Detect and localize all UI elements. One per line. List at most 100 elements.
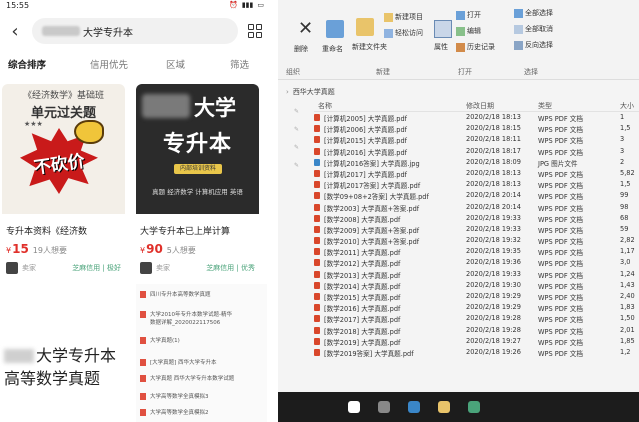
table-row[interactable]: [数学2019] 大学真题.pdf 2020/2/18 19:27 WPS PDF … bbox=[314, 336, 639, 347]
product-card[interactable]: 《经济数学》基础班 单元过关题 ★★★ 不砍价 专升本资料《经济数 ¥ 15 1… bbox=[2, 84, 125, 280]
taskbar bbox=[278, 392, 639, 422]
select-none-button[interactable]: 全部取消 bbox=[514, 24, 553, 34]
new-folder-button[interactable]: 新建文件夹 bbox=[352, 42, 387, 52]
file-type: WPS PDF 文档 bbox=[538, 137, 583, 146]
pin-icon[interactable]: ✎ bbox=[294, 108, 299, 115]
select-all-button[interactable]: 全部选择 bbox=[514, 8, 553, 18]
invert-selection-button[interactable]: 反向选择 bbox=[514, 40, 553, 50]
table-row[interactable]: [数学2010] 大学真题+答案.pdf 2020/2/18 19:32 WPS P… bbox=[314, 235, 639, 246]
file-size: 1,5 bbox=[620, 124, 631, 133]
table-row[interactable]: [数学2017] 大学真题.pdf 2020/2/18 19:28 WPS PDF … bbox=[314, 313, 639, 324]
file-name: [计算机2016答案] 大学真题.jpg bbox=[324, 159, 420, 168]
back-arrow-icon[interactable]: ‹ bbox=[4, 21, 26, 42]
taskview-icon[interactable] bbox=[408, 401, 420, 413]
table-row[interactable]: [数学2008] 大学真题.pdf 2020/2/18 19:33 WPS PDF … bbox=[314, 213, 639, 224]
history-button[interactable]: 历史记录 bbox=[456, 42, 495, 52]
pdf-file-icon bbox=[314, 270, 320, 278]
credit-badge: 芝麻信用 | 优秀 bbox=[206, 264, 255, 272]
table-row[interactable]: [计算机2016答案] 大学真题.jpg 2020/2/18 18:09 JPG 图… bbox=[314, 157, 639, 168]
column-name[interactable]: 名称 bbox=[318, 101, 332, 111]
pdf-file-icon bbox=[314, 225, 320, 233]
table-row[interactable]: [计算机2017答案] 大学真题.pdf 2020/2/18 18:13 WPS P… bbox=[314, 179, 639, 190]
table-row[interactable]: [计算机2005] 大学真题.pdf 2020/2/18 18:13 WPS PDF… bbox=[314, 112, 639, 123]
start-icon[interactable] bbox=[348, 401, 360, 413]
list-item: [大学真题] 西华大学专升本 bbox=[140, 358, 217, 366]
folder-icon[interactable] bbox=[356, 18, 374, 36]
table-row[interactable]: [数学2012] 大学真题.pdf 2020/2/18 19:36 WPS PDF … bbox=[314, 257, 639, 268]
file-size: 3 bbox=[620, 146, 625, 155]
cover-subtitle: 真题 经济数学 计算机应用 英语 bbox=[152, 188, 243, 196]
table-row[interactable]: [数学2011] 大学真题.pdf 2020/2/18 19:35 WPS PDF … bbox=[314, 246, 639, 257]
file-date: 2020/2/18 19:33 bbox=[466, 213, 521, 222]
search-input[interactable]: 大学专升本 bbox=[32, 18, 238, 44]
filter-credit[interactable]: 信用优先 bbox=[90, 57, 128, 71]
grid-view-icon[interactable] bbox=[248, 24, 262, 38]
pin-icon[interactable]: ✎ bbox=[294, 144, 299, 151]
table-row[interactable]: [数学2015] 大学真题.pdf 2020/2/18 19:29 WPS PDF … bbox=[314, 291, 639, 302]
table-row[interactable]: [数学09+08+2答案] 大学真题.pdf 2020/2/18 20:14 WPS… bbox=[314, 190, 639, 201]
table-row[interactable]: [计算机2017] 大学真题.pdf 2020/2/18 18:13 WPS PDF… bbox=[314, 168, 639, 179]
delete-button[interactable]: 删除 bbox=[294, 44, 308, 54]
column-size[interactable]: 大小 bbox=[620, 101, 634, 111]
product-title[interactable]: 专升本资料《经济数 bbox=[6, 224, 125, 237]
table-row[interactable]: [计算机2016] 大学真题.pdf 2020/2/18 18:17 WPS PDF… bbox=[314, 146, 639, 157]
properties-button[interactable]: 属性 bbox=[434, 42, 448, 52]
filter-region[interactable]: 区域 bbox=[166, 57, 185, 71]
breadcrumb-current[interactable]: 西华大学真题 bbox=[293, 87, 335, 97]
breadcrumb[interactable]: › 西华大学真题 bbox=[278, 86, 639, 98]
file-name: [计算机2017答案] 大学真题.pdf bbox=[324, 182, 421, 191]
group-select-label: 选择 bbox=[524, 68, 538, 76]
pin-icon[interactable]: ✎ bbox=[294, 126, 299, 133]
table-row[interactable]: [数学2018] 大学真题.pdf 2020/2/18 19:28 WPS PDF … bbox=[314, 325, 639, 336]
product-title-text: 专升本资料《经济数 bbox=[6, 227, 88, 237]
search-icon[interactable] bbox=[378, 401, 390, 413]
file-size: 2 bbox=[620, 157, 625, 166]
column-date[interactable]: 修改日期 bbox=[466, 101, 494, 111]
pdf-file-icon bbox=[314, 181, 320, 189]
price-value: 90 bbox=[146, 242, 163, 256]
product-card-file-list[interactable]: 四川专升本高等数学真题 大学2010年专升本数学试题-精华 数据详解_20200… bbox=[136, 284, 267, 422]
file-type: WPS PDF 文档 bbox=[538, 193, 583, 202]
product-card-cover-text[interactable]: 大学专升本 高等数学真题 bbox=[4, 344, 116, 390]
file-date: 2020/2/18 19:30 bbox=[466, 280, 521, 289]
rename-button[interactable]: 重命名 bbox=[322, 44, 343, 54]
rename-icon[interactable] bbox=[326, 20, 344, 38]
folder-icon[interactable] bbox=[438, 401, 450, 413]
filter-comprehensive[interactable]: 综合排序 bbox=[8, 57, 46, 71]
seller-row[interactable]: 卖家 芝麻信用 | 优秀 bbox=[140, 262, 259, 274]
browser-icon[interactable] bbox=[468, 401, 480, 413]
table-row[interactable]: [数学2003] 大学真题+答案.pdf 2020/2/18 20:14 WPS P… bbox=[314, 202, 639, 213]
properties-icon[interactable] bbox=[434, 20, 452, 38]
file-name: [计算机2015] 大学真题.pdf bbox=[324, 137, 407, 146]
file-type: WPS PDF 文档 bbox=[538, 260, 583, 269]
pdf-file-icon bbox=[314, 214, 320, 222]
pdf-file-icon bbox=[314, 304, 320, 312]
product-card[interactable]: 大学 专升本 内部培训资料 真题 经济数学 计算机应用 英语 大学专升本已上岸计… bbox=[136, 84, 259, 280]
filter-screen[interactable]: 筛选 bbox=[230, 57, 249, 71]
table-row[interactable]: [数学2009] 大学真题+答案.pdf 2020/2/18 19:33 WPS P… bbox=[314, 224, 639, 235]
table-row[interactable]: [计算机2006] 大学真题.pdf 2020/2/18 18:15 WPS PDF… bbox=[314, 123, 639, 134]
new-item-button[interactable]: 新建项目 bbox=[384, 12, 423, 22]
file-size: 2,01 bbox=[620, 325, 635, 334]
product-title[interactable]: 大学专升本已上岸计算 bbox=[140, 224, 259, 237]
currency-symbol: ¥ bbox=[140, 246, 146, 255]
pin-icon[interactable]: ✎ bbox=[294, 162, 299, 169]
file-date: 2020/2/18 19:33 bbox=[466, 269, 521, 278]
column-type[interactable]: 类型 bbox=[538, 101, 552, 111]
file-date: 2020/2/18 18:17 bbox=[466, 146, 521, 155]
table-row[interactable]: [数学2013] 大学真题.pdf 2020/2/18 19:33 WPS PDF … bbox=[314, 269, 639, 280]
table-row[interactable]: [数学2014] 大学真题.pdf 2020/2/18 19:30 WPS PDF … bbox=[314, 280, 639, 291]
open-button[interactable]: 打开 bbox=[456, 10, 481, 20]
table-row[interactable]: [数学2019答案] 大学真题.pdf 2020/2/18 19:26 WPS PD… bbox=[314, 347, 639, 358]
delete-icon[interactable]: ✕ bbox=[298, 20, 316, 38]
easy-access-button[interactable]: 轻松访问 bbox=[384, 28, 423, 38]
file-name: [数学2009] 大学真题+答案.pdf bbox=[324, 226, 420, 235]
seller-row[interactable]: 卖家 芝麻信用 | 极好 bbox=[6, 262, 125, 274]
blurred-area bbox=[4, 348, 34, 363]
table-row[interactable]: [计算机2015] 大学真题.pdf 2020/2/18 18:11 WPS PDF… bbox=[314, 134, 639, 145]
edit-button[interactable]: 编辑 bbox=[456, 26, 481, 36]
table-row[interactable]: [数学2016] 大学真题.pdf 2020/2/18 19:29 WPS PDF … bbox=[314, 302, 639, 313]
list-item: 数据详解_2020022117506 bbox=[150, 320, 221, 326]
avatar bbox=[140, 262, 152, 274]
wants-count: 19人想要 bbox=[32, 246, 67, 255]
